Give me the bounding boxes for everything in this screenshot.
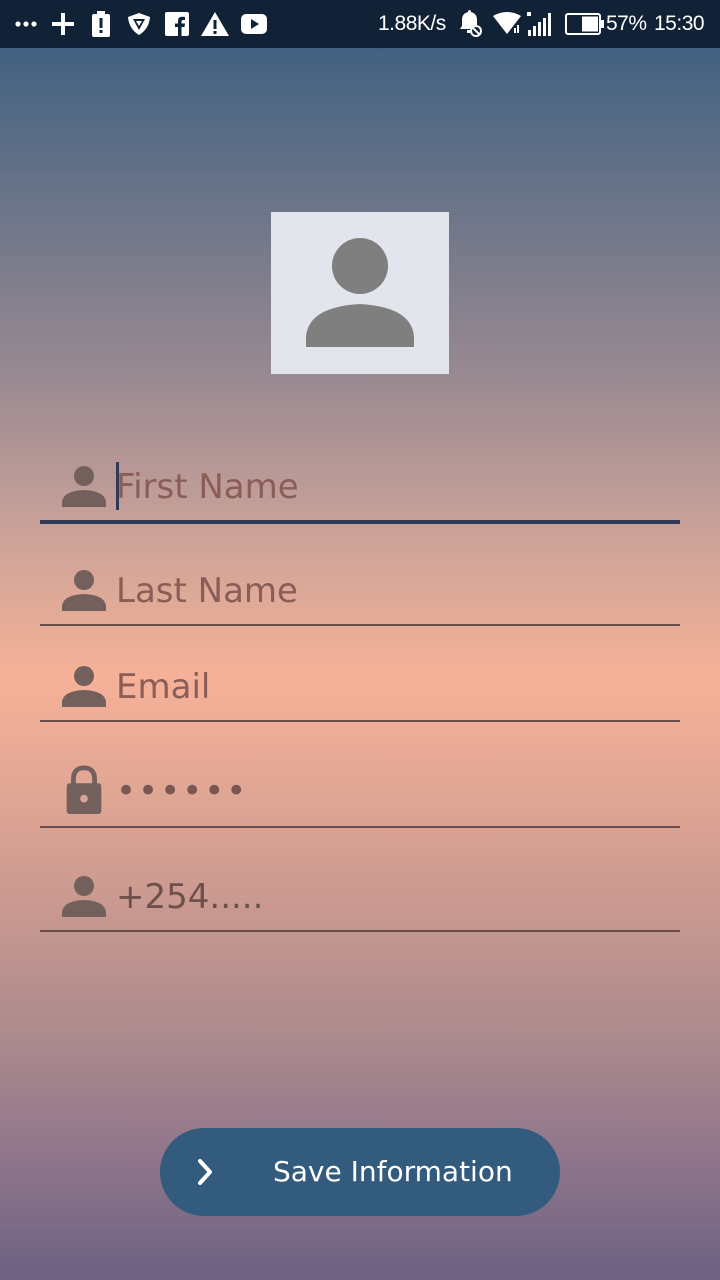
person-icon [62,876,106,917]
first-name-field[interactable]: First Name [40,454,680,524]
person-icon [62,666,106,707]
person-placeholder-icon [306,238,414,347]
email-field[interactable]: Email [40,652,680,722]
password-input[interactable]: •••••• [116,766,248,816]
battery-percent-text: 57% [606,12,647,35]
battery-alert-icon [90,0,112,48]
warning-icon [200,0,230,48]
phone-input[interactable]: +254..... [116,872,263,922]
clock: 15:30 [654,0,710,48]
shield-app-icon [126,0,152,48]
last-name-input[interactable]: Last Name [116,566,298,616]
last-name-field[interactable]: Last Name [40,556,680,626]
more-dots-icon [12,0,40,48]
first-name-input[interactable]: First Name [116,462,299,512]
lock-icon [66,765,102,814]
phone-field[interactable]: +254..... [40,862,680,932]
profile-avatar[interactable] [271,212,449,374]
clock-text: 15:30 [654,12,705,35]
network-speed: 1.88K/s [378,0,450,48]
person-icon [62,570,106,611]
battery-icon [564,0,606,48]
status-bar: 1.88K/s 57% 15:30 [0,0,720,48]
plus-icon [50,0,76,48]
battery-percent: 57% [606,0,648,48]
save-information-button[interactable]: Save Information [160,1128,560,1216]
wifi-icon [492,0,522,48]
person-icon [62,466,106,507]
bell-muted-icon [456,0,484,48]
cell-signal-icon [526,0,556,48]
facebook-icon [164,0,190,48]
chevron-right-icon [198,1159,212,1185]
youtube-icon [240,0,268,48]
save-button-label: Save Information [273,1155,513,1188]
password-field[interactable]: •••••• [40,758,680,828]
network-speed-text: 1.88K/s [378,12,446,35]
email-input[interactable]: Email [116,662,210,712]
